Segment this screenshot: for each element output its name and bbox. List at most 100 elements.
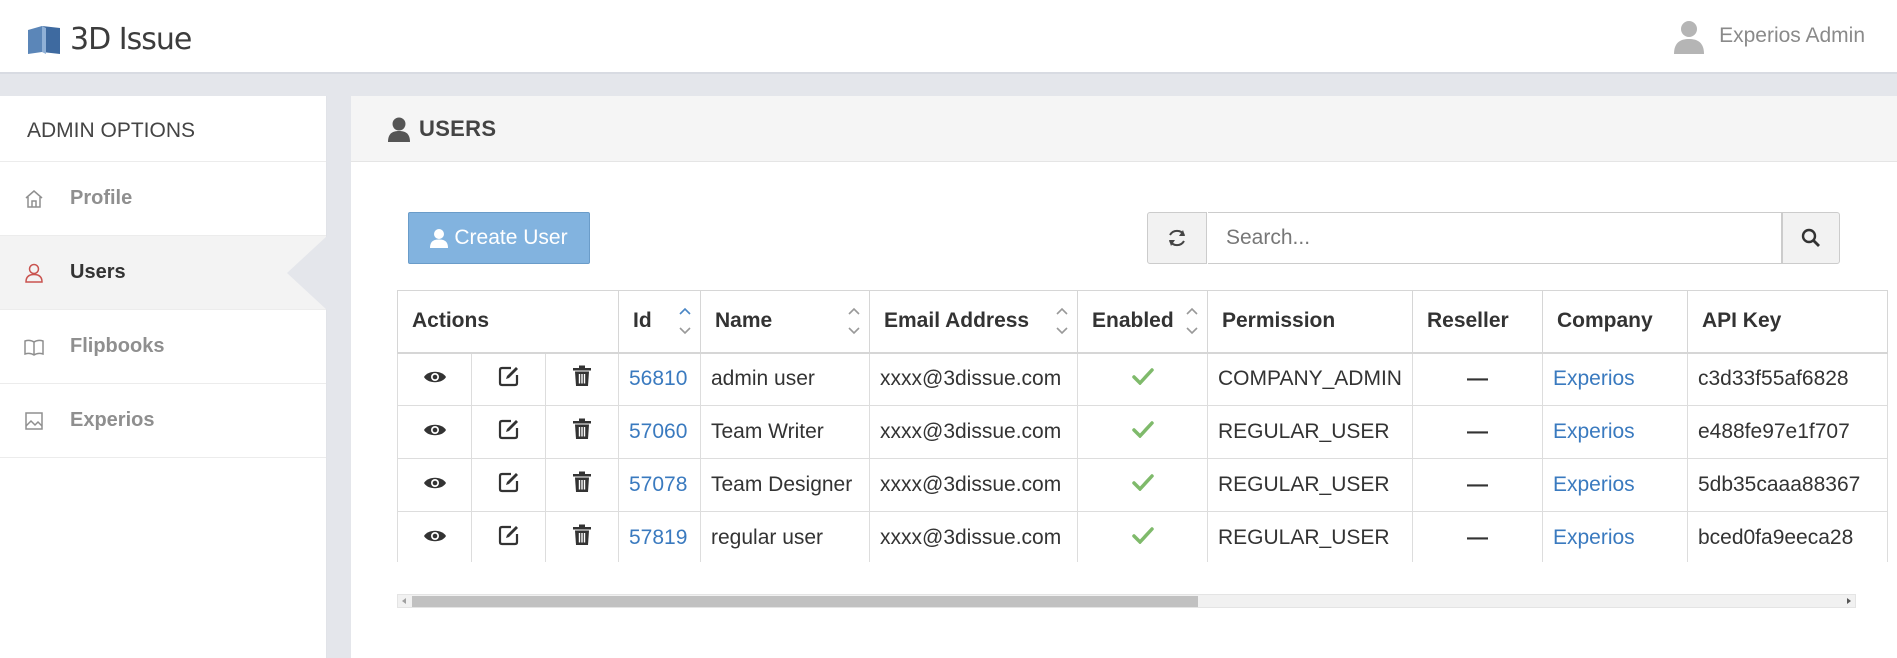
sidebar-item-label: Flipbooks xyxy=(70,335,165,357)
top-header: 3D Issue Experios Admin xyxy=(0,0,1897,74)
refresh-button[interactable] xyxy=(1147,212,1207,264)
scroll-left-arrow-icon[interactable] xyxy=(402,598,406,604)
enabled-cell xyxy=(1077,458,1208,512)
company-link[interactable]: Experios xyxy=(1541,511,1688,562)
col-header-email[interactable]: Email Address xyxy=(869,290,1078,354)
user-name-cell: Team Writer xyxy=(700,405,870,459)
edit-button[interactable] xyxy=(471,511,546,562)
sidebar: ADMIN OPTIONS Profile Users Flipbooks Ex… xyxy=(0,96,327,658)
edit-button[interactable] xyxy=(471,405,546,459)
home-icon xyxy=(22,187,46,211)
user-name-cell: admin user xyxy=(700,352,870,406)
sidebar-item-label: Users xyxy=(70,261,126,283)
user-id-link[interactable]: 57819 xyxy=(618,511,701,562)
user-email-cell: xxxx@3dissue.com xyxy=(869,511,1078,562)
sort-icon xyxy=(848,307,860,335)
view-button[interactable] xyxy=(397,458,472,512)
image-icon xyxy=(22,409,46,433)
delete-button[interactable] xyxy=(545,511,619,562)
sort-icon xyxy=(679,307,691,335)
company-link[interactable]: Experios xyxy=(1541,352,1688,406)
col-header-api-key: API Key xyxy=(1686,290,1888,354)
view-button[interactable] xyxy=(397,511,472,562)
user-id-link[interactable]: 57060 xyxy=(618,405,701,459)
delete-button[interactable] xyxy=(545,405,619,459)
view-button[interactable] xyxy=(397,405,472,459)
user-avatar-icon xyxy=(1674,21,1705,54)
permission-cell: REGULAR_USER xyxy=(1207,511,1413,562)
api-key-cell: c3d33f55af6828 xyxy=(1686,352,1888,406)
permission-cell: REGULAR_USER xyxy=(1207,405,1413,459)
edit-icon xyxy=(498,525,518,546)
sidebar-item-experios[interactable]: Experios xyxy=(0,384,326,458)
sidebar-item-profile[interactable]: Profile xyxy=(0,162,326,236)
logo-book-icon xyxy=(28,25,60,54)
scroll-right-arrow-icon[interactable] xyxy=(1847,598,1851,604)
search-button[interactable] xyxy=(1782,212,1840,264)
user-icon xyxy=(430,229,449,248)
sidebar-item-label: Experios xyxy=(70,409,155,431)
user-icon xyxy=(22,261,46,285)
sidebar-item-flipbooks[interactable]: Flipbooks xyxy=(0,310,326,384)
user-menu[interactable]: Experios Admin xyxy=(1671,18,1865,54)
table-row: 57060 Team Writer xxxx@3dissue.com REGULAR_… xyxy=(397,405,1888,459)
logo-text: 3D Issue xyxy=(70,22,192,57)
permission-cell: COMPANY_ADMIN xyxy=(1207,352,1413,406)
app-logo[interactable]: 3D Issue xyxy=(26,22,192,57)
enabled-check-icon xyxy=(1131,368,1154,386)
sidebar-item-users[interactable]: Users xyxy=(0,235,327,310)
edit-icon xyxy=(498,472,518,493)
horizontal-scrollbar[interactable] xyxy=(397,594,1856,608)
enabled-check-icon xyxy=(1131,474,1154,492)
company-link[interactable]: Experios xyxy=(1541,405,1688,459)
user-name: Experios Admin xyxy=(1719,24,1865,47)
main-panel: USERS Create User Actions I xyxy=(351,96,1897,658)
api-key-cell: bced0fa9eeca28 xyxy=(1686,511,1888,562)
scrollbar-thumb[interactable] xyxy=(412,596,1198,607)
sort-icon xyxy=(1186,307,1198,335)
view-eye-icon xyxy=(423,372,446,383)
col-header-id[interactable]: Id xyxy=(618,290,701,354)
sidebar-item-label: Profile xyxy=(70,187,133,209)
enabled-cell xyxy=(1077,511,1208,562)
col-header-company: Company xyxy=(1541,290,1688,354)
user-name-cell: regular user xyxy=(700,511,870,562)
company-link[interactable]: Experios xyxy=(1541,458,1688,512)
reseller-dash: — xyxy=(1466,473,1488,496)
col-header-enabled[interactable]: Enabled xyxy=(1077,290,1208,354)
refresh-icon xyxy=(1169,229,1185,247)
col-header-name[interactable]: Name xyxy=(700,290,870,354)
user-id-link[interactable]: 57078 xyxy=(618,458,701,512)
enabled-cell xyxy=(1077,352,1208,406)
table-row: 57819 regular user xxxx@3dissue.com REGULAR… xyxy=(397,511,1888,562)
permission-cell: REGULAR_USER xyxy=(1207,458,1413,512)
book-icon xyxy=(22,335,46,359)
create-user-label: Create User xyxy=(454,226,568,249)
delete-button[interactable] xyxy=(545,458,619,512)
search-icon xyxy=(1801,228,1820,247)
view-button[interactable] xyxy=(397,352,472,406)
api-key-cell: 5db35caaa88367 xyxy=(1686,458,1888,512)
edit-button[interactable] xyxy=(471,352,546,406)
table-row: 56810 admin user xxxx@3dissue.com COMPANY_A… xyxy=(397,352,1888,406)
table-row: 57078 Team Designer xxxx@3dissue.com REGULA… xyxy=(397,458,1888,512)
table-header-row: Actions Id Name Email Address Enabled Pe… xyxy=(397,290,1888,354)
delete-button[interactable] xyxy=(545,352,619,406)
search-input[interactable] xyxy=(1208,212,1782,264)
user-name-cell: Team Designer xyxy=(700,458,870,512)
user-email-cell: xxxx@3dissue.com xyxy=(869,458,1078,512)
api-key-cell: e488fe97e1f707 xyxy=(1686,405,1888,459)
user-id-link[interactable]: 56810 xyxy=(618,352,701,406)
user-email-cell: xxxx@3dissue.com xyxy=(869,352,1078,406)
create-user-button[interactable]: Create User xyxy=(408,212,590,264)
users-table-container: Actions Id Name Email Address Enabled Pe… xyxy=(397,290,1897,562)
edit-button[interactable] xyxy=(471,458,546,512)
enabled-check-icon xyxy=(1131,421,1154,439)
edit-icon xyxy=(498,367,518,387)
users-table: Actions Id Name Email Address Enabled Pe… xyxy=(397,290,1888,562)
col-header-permission: Permission xyxy=(1207,290,1413,354)
reseller-cell: — xyxy=(1411,352,1543,406)
user-icon xyxy=(388,117,410,142)
reseller-cell: — xyxy=(1411,511,1543,562)
reseller-dash: — xyxy=(1466,367,1488,391)
